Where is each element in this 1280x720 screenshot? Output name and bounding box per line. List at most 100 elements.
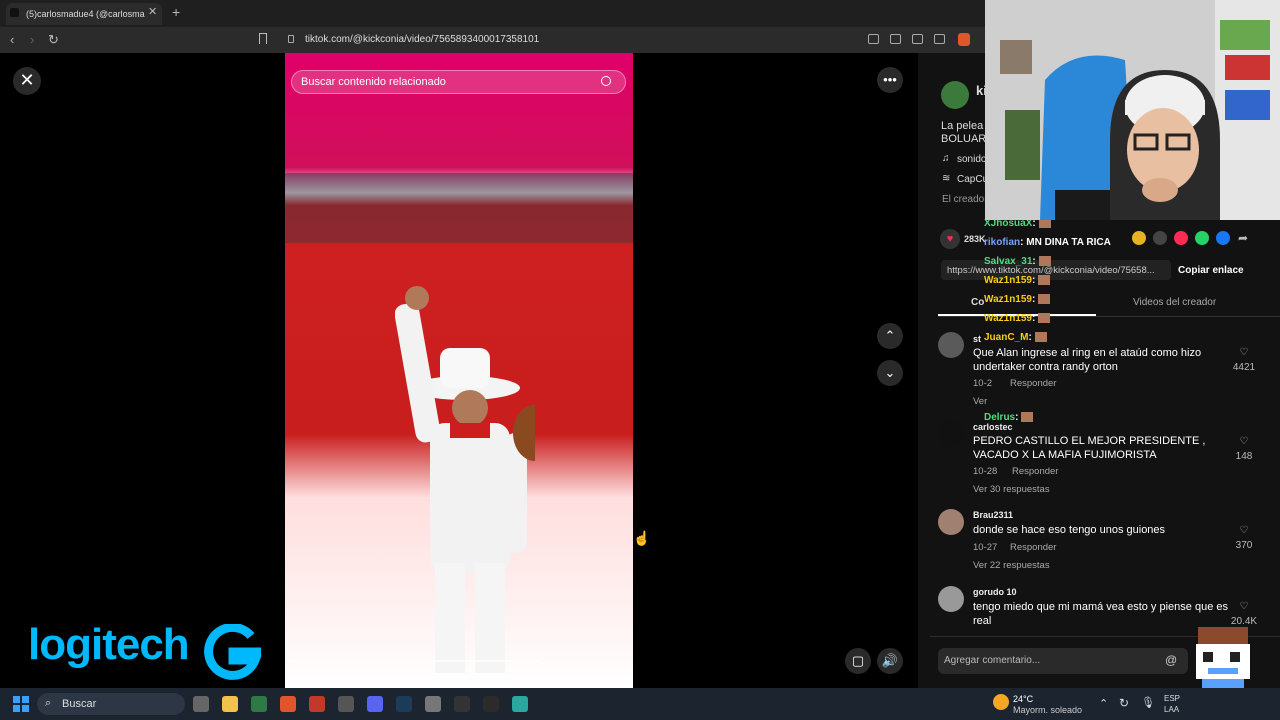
whatsapp-icon[interactable] xyxy=(1195,231,1209,245)
reply-button[interactable]: Responder xyxy=(1010,378,1056,389)
forward-icon[interactable]: › xyxy=(30,32,34,47)
close-video-icon[interactable]: ✕ xyxy=(13,67,41,95)
tray-chevron-icon[interactable]: ⌃ xyxy=(1099,697,1108,710)
comment-like-icon[interactable]: ♡ xyxy=(1229,525,1259,536)
comment-avatar[interactable] xyxy=(938,421,964,447)
stream-chat-overlay: XJhosuaX: rikofian: MN DINA TA RICA Salv… xyxy=(984,218,1111,351)
logitech-g-logo-icon xyxy=(204,624,262,680)
tab-comments[interactable]: Co xyxy=(971,297,984,308)
windows-start-icon[interactable] xyxy=(13,696,29,712)
mouse-cursor-icon: ☝ xyxy=(633,530,651,546)
view-replies-link[interactable]: Ver 22 respuestas xyxy=(973,560,1050,571)
tab-close-icon[interactable]: ✕ xyxy=(148,5,158,18)
microphone-icon[interactable]: 🎙 xyxy=(1141,696,1155,709)
file-explorer-icon[interactable] xyxy=(222,696,238,712)
facebook-icon[interactable] xyxy=(1216,231,1230,245)
comment-username[interactable]: carlostec xyxy=(973,422,1013,432)
reader-icon[interactable] xyxy=(868,34,879,44)
music-icon: ♫ xyxy=(942,153,950,164)
comment-username[interactable]: gorudo 10 xyxy=(973,587,1017,597)
comment-avatar[interactable] xyxy=(938,509,964,535)
keyboard-layout[interactable]: LAA xyxy=(1164,705,1179,714)
reply-button[interactable]: Responder xyxy=(1010,542,1056,553)
previous-video-icon[interactable]: ⌃ xyxy=(877,323,903,349)
next-video-icon[interactable]: ⌄ xyxy=(877,360,903,386)
webcam-overlay xyxy=(985,0,1280,220)
chat-message: Waz1n159: xyxy=(984,313,1111,332)
chat-message: Delrus: xyxy=(984,412,1034,423)
mention-icon[interactable]: @ xyxy=(1165,653,1177,667)
floating-player-icon[interactable]: ▢ xyxy=(845,648,871,674)
comment-text: PEDRO CASTILLO EL MEJOR PRESIDENTE , VAC… xyxy=(973,435,1206,461)
temperature: 24°C xyxy=(1013,694,1034,704)
brave-shield-icon[interactable] xyxy=(958,33,970,46)
view-replies-link[interactable]: Ver 30 respuestas xyxy=(973,484,1050,495)
pixel-art-mascot-icon xyxy=(1196,627,1250,694)
streamer-webcam-image xyxy=(985,0,1280,220)
copy-link-button[interactable]: Copiar enlace xyxy=(1178,265,1244,276)
chat-user: Delrus xyxy=(984,412,1016,423)
steam-icon[interactable] xyxy=(396,696,412,712)
comment-username[interactable]: Brau2311 xyxy=(973,510,1013,520)
coin-icon[interactable] xyxy=(1132,231,1146,245)
logitech-ghub-icon[interactable] xyxy=(483,696,499,712)
screenshot-icon[interactable] xyxy=(890,34,901,44)
taskbar-search-box[interactable] xyxy=(37,693,185,715)
embed-icon[interactable] xyxy=(1153,231,1167,245)
app-icon-2[interactable] xyxy=(512,696,528,712)
capcut-app-icon[interactable] xyxy=(454,696,470,712)
view-replies-link[interactable]: Ver xyxy=(973,396,987,407)
back-icon[interactable]: ‹ xyxy=(10,32,14,47)
likes-count: 283K xyxy=(964,234,986,244)
translate-icon[interactable] xyxy=(912,34,923,44)
new-tab-icon[interactable]: + xyxy=(172,4,180,20)
share-arrow-icon[interactable]: ➦ xyxy=(1238,231,1248,245)
taskbar-search-label: Buscar xyxy=(62,698,97,710)
emote-icon xyxy=(1021,412,1034,423)
site-info-icon[interactable] xyxy=(288,35,294,43)
comment-like-icon[interactable]: ♡ xyxy=(1229,347,1259,358)
chat-user: Salvax_31 xyxy=(984,256,1033,267)
store-icon[interactable] xyxy=(251,696,267,712)
app-icon[interactable] xyxy=(338,696,354,712)
voicemeeter-icon[interactable] xyxy=(309,696,325,712)
settings-icon[interactable] xyxy=(425,696,441,712)
emote-icon xyxy=(1038,294,1051,305)
reload-icon[interactable]: ↻ xyxy=(48,32,59,48)
video-progress-bar[interactable] xyxy=(290,660,540,662)
chat-text: : xyxy=(1028,332,1032,343)
comment-like-icon[interactable]: ♡ xyxy=(1229,436,1259,447)
language-code[interactable]: ESP xyxy=(1164,694,1180,703)
browser-tab[interactable]: (5)carlosmadue4 (@carlosma xyxy=(6,3,162,25)
send-icon[interactable] xyxy=(1174,231,1188,245)
emote-icon xyxy=(1038,256,1051,267)
bookmark-icon[interactable] xyxy=(259,33,267,44)
sound-link[interactable]: sonido xyxy=(957,154,986,165)
windows-taskbar xyxy=(0,688,1280,720)
chat-user: JuanC_M xyxy=(984,332,1029,343)
volume-icon[interactable]: 🔊 xyxy=(877,648,903,674)
comment-avatar[interactable] xyxy=(938,586,964,612)
more-options-icon[interactable]: ••• xyxy=(877,67,903,93)
search-icon[interactable] xyxy=(601,76,611,86)
task-view-icon[interactable] xyxy=(193,696,209,712)
chat-user: rikofian xyxy=(984,237,1021,248)
weather-icon[interactable] xyxy=(993,694,1009,710)
discord-icon[interactable] xyxy=(367,696,383,712)
brave-browser-icon[interactable] xyxy=(280,696,296,712)
creator-avatar[interactable] xyxy=(941,81,969,109)
comment-like-icon[interactable]: ♡ xyxy=(1229,601,1259,612)
tab-creator-videos[interactable]: Videos del creador xyxy=(1133,297,1216,308)
comment-avatar[interactable] xyxy=(938,332,964,358)
like-heart-icon[interactable]: ♥ xyxy=(940,229,960,249)
reply-button[interactable]: Responder xyxy=(1012,466,1058,477)
comment-username[interactable]: st xyxy=(973,334,981,344)
share-icon[interactable] xyxy=(934,34,945,44)
comment-date: 10-27 xyxy=(973,542,998,553)
video-player[interactable] xyxy=(285,53,633,688)
sync-icon[interactable]: ↻ xyxy=(1119,696,1129,710)
comment-text: donde se hace eso tengo unos guiones xyxy=(973,524,1166,536)
comment-like-count: 4421 xyxy=(1232,362,1256,373)
capcut-link[interactable]: CapCu xyxy=(957,174,988,185)
logitech-logo-text: logitech xyxy=(28,620,190,669)
